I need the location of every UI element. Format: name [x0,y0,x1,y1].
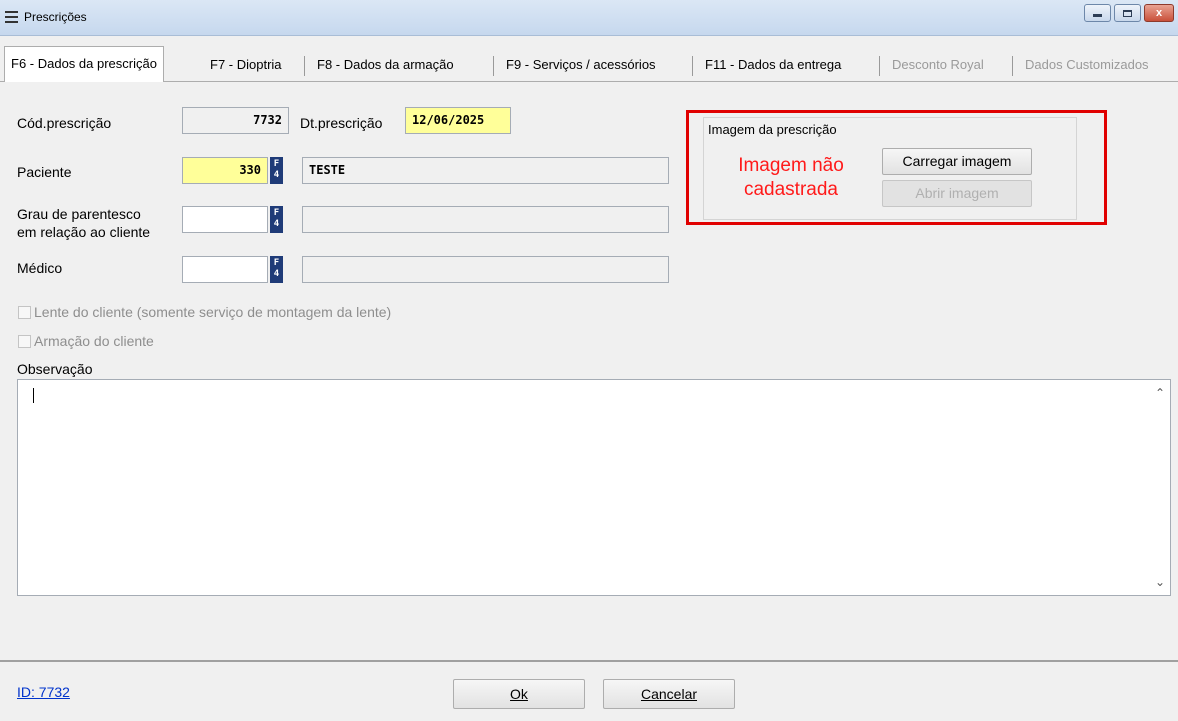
medico-label: Médico [17,260,63,276]
id-link[interactable]: ID: 7732 [17,684,70,700]
grau-parentesco-name-field [302,206,669,233]
medico-name-field [302,256,669,283]
close-button[interactable]: x [1144,4,1174,22]
grau-parentesco-label: Grau de parentesco em relação ao cliente [17,206,151,240]
tab-servicos-acessorios[interactable]: F9 - Serviços / acessórios [500,48,662,82]
window-title: Prescrições [24,10,87,24]
medico-lookup-f4-icon[interactable]: F4 [270,256,283,283]
abrir-imagem-button[interactable]: Abrir imagem [882,180,1032,207]
observacao-textarea[interactable]: ⌃ ⌄ [17,379,1171,596]
dt-prescricao-label: Dt.prescrição [300,115,383,131]
tab-dados-prescricao[interactable]: F6 - Dados da prescrição [4,46,164,83]
imagem-status-text: Imagem não cadastrada [738,155,844,200]
prescription-form: Cód.prescrição 7732 Dt.prescrição 12/06/… [0,82,1178,660]
lente-cliente-checkbox-row[interactable]: Lente do cliente (somente serviço de mon… [18,304,391,320]
tab-dados-customizados[interactable]: Dados Customizados [1019,48,1155,82]
imagem-prescricao-title: Imagem da prescrição [708,122,837,137]
paciente-name-field: TESTE [302,157,669,184]
hamburger-menu-icon[interactable] [5,11,18,23]
medico-code-field[interactable] [182,256,268,283]
grau-parentesco-lookup-f4-icon[interactable]: F4 [270,206,283,233]
armacao-cliente-checkbox[interactable] [18,334,31,348]
minimize-button[interactable] [1084,4,1111,22]
tab-dados-armacao[interactable]: F8 - Dados da armação [311,48,460,82]
lente-cliente-checkbox[interactable] [18,305,31,319]
title-bar: Prescrições x [0,0,1178,36]
tab-desconto-royal[interactable]: Desconto Royal [886,48,990,82]
armacao-cliente-checkbox-row[interactable]: Armação do cliente [18,333,154,349]
paciente-lookup-f4-icon[interactable]: F4 [270,157,283,184]
lente-cliente-label: Lente do cliente (somente serviço de mon… [34,304,392,320]
ok-button-label: Ok [510,686,528,702]
maximize-button[interactable] [1114,4,1141,22]
close-icon: x [1155,7,1163,19]
text-caret [33,388,34,403]
carregar-imagem-button[interactable]: Carregar imagem [882,148,1032,175]
grau-parentesco-code-field[interactable] [182,206,268,233]
dt-prescricao-field[interactable]: 12/06/2025 [405,107,511,134]
scroll-up-icon[interactable]: ⌃ [1155,386,1165,400]
paciente-code-field[interactable]: 330 [182,157,268,184]
cod-prescricao-label: Cód.prescrição [17,115,112,131]
cancel-button[interactable]: Cancelar [603,679,735,709]
cod-prescricao-field: 7732 [182,107,289,134]
scroll-down-icon[interactable]: ⌄ [1155,575,1165,589]
cancel-button-label: Cancelar [640,686,698,702]
tab-dados-entrega[interactable]: F11 - Dados da entrega [699,48,847,82]
ok-button[interactable]: Ok [453,679,585,709]
imagem-prescricao-group: Imagem da prescrição Imagem não cadastra… [703,117,1077,220]
tab-bar: F6 - Dados da prescrição F7 - Dioptria F… [0,46,1178,83]
maximize-icon [1123,9,1132,17]
minimize-icon [1093,14,1102,17]
armacao-cliente-label: Armação do cliente [34,333,154,349]
tab-dioptria[interactable]: F7 - Dioptria [204,48,288,82]
paciente-label: Paciente [17,164,72,180]
footer-bar: ID: 7732 Ok Cancelar [0,660,1178,721]
observacao-label: Observação [17,361,93,377]
